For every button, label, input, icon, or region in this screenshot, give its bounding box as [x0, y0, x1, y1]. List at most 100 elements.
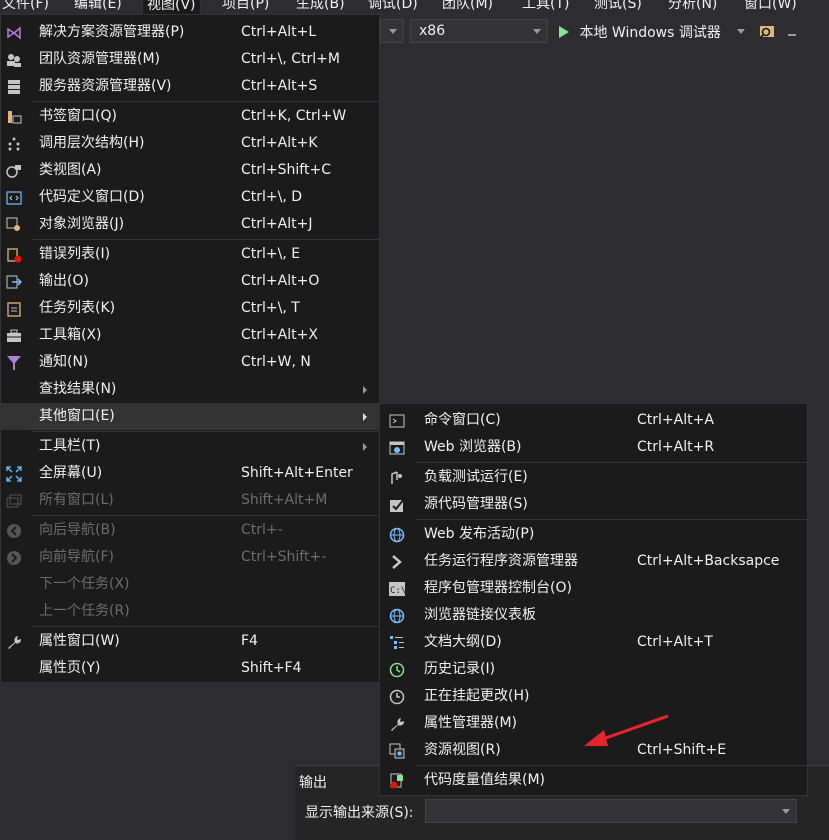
chevron-down-icon[interactable]	[737, 29, 745, 34]
menu-item-full-screen[interactable]: 全屏幕(U) Shift+Alt+Enter	[1, 460, 379, 487]
menu-item-next-task[interactable]: 下一个任务(X)	[1, 571, 379, 598]
toolbar-overflow-icon[interactable]	[788, 34, 796, 36]
class-view-icon	[5, 162, 23, 180]
menu-item-web-publish-activity[interactable]: Web 发布活动(P)	[380, 521, 807, 548]
menu-item-server-explorer[interactable]: 服务器资源管理器(V) Ctrl+Alt+S	[1, 73, 379, 100]
navigate-back-icon	[5, 522, 23, 540]
property-manager-icon	[388, 715, 406, 733]
menu-item-code-metrics-results[interactable]: 代码度量值结果(M)	[380, 767, 807, 794]
menu-item-previous-task[interactable]: 上一个任务(R)	[1, 598, 379, 625]
web-publish-icon	[388, 526, 406, 544]
package-manager-icon: C:\	[388, 580, 406, 598]
menu-team[interactable]: 团队(M)	[442, 0, 493, 14]
menu-item-class-view[interactable]: 类视图(A) Ctrl+Shift+C	[1, 157, 379, 184]
menu-item-object-browser[interactable]: 对象浏览器(J) Ctrl+Alt+J	[1, 211, 379, 238]
menu-view[interactable]: 视图(V)	[142, 0, 201, 14]
wrench-icon	[5, 633, 23, 651]
chevron-down-icon	[782, 809, 790, 814]
output-source-select[interactable]	[425, 799, 797, 823]
menu-item-task-runner-explorer[interactable]: 任务运行程序资源管理器 Ctrl+Alt+Backsapce	[380, 548, 807, 575]
menu-item-pending-changes[interactable]: 正在挂起更改(H)	[380, 683, 807, 710]
menu-debug[interactable]: 调试(D)	[368, 0, 418, 14]
menu-item-other-windows[interactable]: 其他窗口(E)	[1, 403, 379, 430]
call-hierarchy-icon	[5, 135, 23, 153]
menu-item-code-definition[interactable]: 代码定义窗口(D) Ctrl+\, D	[1, 184, 379, 211]
menu-test[interactable]: 测试(S)	[594, 0, 642, 14]
navigate-forward-icon	[5, 549, 23, 567]
menu-separator	[416, 765, 807, 766]
command-window-icon	[388, 412, 406, 430]
menu-item-call-hierarchy[interactable]: 调用层次结构(H) Ctrl+Alt+K	[1, 130, 379, 157]
menu-item-source-control-explorer[interactable]: 源代码管理器(S)	[380, 491, 807, 518]
menu-analyze[interactable]: 分析(N)	[668, 0, 717, 14]
menu-item-notifications[interactable]: 通知(N) Ctrl+W, N	[1, 349, 379, 376]
menu-item-load-test-runs[interactable]: 负载测试运行(E)	[380, 464, 807, 491]
menu-item-navigate-back[interactable]: 向后导航(B) Ctrl+-	[1, 517, 379, 544]
submenu-arrow-icon	[363, 443, 367, 451]
menu-item-toolbars[interactable]: 工具栏(T)	[1, 433, 379, 460]
output-source-label: 显示输出来源(S):	[305, 805, 414, 821]
toolbox-icon	[5, 327, 23, 345]
browser-link-icon	[388, 607, 406, 625]
menu-item-command-window[interactable]: 命令窗口(C) Ctrl+Alt+A	[380, 407, 807, 434]
find-in-files-icon[interactable]	[758, 23, 778, 41]
menu-tools[interactable]: 工具(T)	[522, 0, 569, 14]
resource-view-icon	[388, 742, 406, 760]
menu-file[interactable]: 文件(F)	[2, 0, 49, 14]
menu-item-team-explorer[interactable]: 团队资源管理器(M) Ctrl+\, Ctrl+M	[1, 46, 379, 73]
menu-separator	[31, 626, 379, 627]
all-windows-icon	[5, 492, 23, 510]
code-metrics-icon	[388, 772, 406, 790]
configuration-combo[interactable]	[380, 19, 404, 43]
menu-item-package-manager-console[interactable]: C:\ 程序包管理器控制台(O)	[380, 575, 807, 602]
menu-item-document-outline[interactable]: 文档大纲(D) Ctrl+Alt+T	[380, 629, 807, 656]
menu-item-bookmark-window[interactable]: 书签窗口(Q) Ctrl+K, Ctrl+W	[1, 103, 379, 130]
menu-item-history[interactable]: 历史记录(I)	[380, 656, 807, 683]
menu-separator	[416, 462, 807, 463]
menu-build[interactable]: 生成(B)	[296, 0, 345, 14]
svg-text:C:\: C:\	[390, 586, 405, 596]
chevron-down-icon	[389, 29, 397, 34]
menu-item-toolbox[interactable]: 工具箱(X) Ctrl+Alt+X	[1, 322, 379, 349]
platform-combo[interactable]: x86	[410, 19, 548, 43]
menu-edit[interactable]: 编辑(E)	[74, 0, 122, 14]
menu-item-output[interactable]: 输出(O) Ctrl+Alt+O	[1, 268, 379, 295]
menu-item-error-list[interactable]: 错误列表(I) Ctrl+\, E	[1, 241, 379, 268]
task-runner-icon	[388, 553, 406, 571]
history-icon	[388, 661, 406, 679]
submenu-arrow-icon	[363, 386, 367, 394]
view-menu: 解决方案资源管理器(P) Ctrl+Alt+L 团队资源管理器(M) Ctrl+…	[0, 14, 380, 683]
pending-changes-icon	[388, 688, 406, 706]
source-control-icon	[388, 496, 406, 514]
menu-item-all-windows[interactable]: 所有窗口(L) Shift+Alt+M	[1, 487, 379, 514]
object-browser-icon	[5, 216, 23, 234]
fullscreen-icon	[5, 465, 23, 483]
menu-item-properties-window[interactable]: 属性窗口(W) F4	[1, 628, 379, 655]
menu-window[interactable]: 窗口(W)	[744, 0, 797, 14]
menu-item-web-browser[interactable]: Web 浏览器(B) Ctrl+Alt+R	[380, 434, 807, 461]
notification-icon	[5, 354, 23, 372]
menu-project[interactable]: 项目(P)	[222, 0, 269, 14]
server-explorer-icon	[5, 78, 23, 96]
platform-value: x86	[419, 23, 446, 39]
code-definition-icon	[5, 189, 23, 207]
menu-item-navigate-forward[interactable]: 向前导航(F) Ctrl+Shift+-	[1, 544, 379, 571]
menu-item-task-list[interactable]: 任务列表(K) Ctrl+\, T	[1, 295, 379, 322]
output-icon	[5, 273, 23, 291]
annotation-arrow-icon	[584, 714, 669, 746]
menu-item-solution-explorer[interactable]: 解决方案资源管理器(P) Ctrl+Alt+L	[1, 19, 379, 46]
task-list-icon	[5, 300, 23, 318]
start-debug-button[interactable]: 本地 Windows 调试器	[558, 23, 721, 43]
play-icon	[559, 26, 569, 38]
submenu-arrow-icon	[363, 413, 367, 421]
menu-separator	[31, 431, 379, 432]
menubar: 文件(F) 编辑(E) 视图(V) 项目(P) 生成(B) 调试(D) 团队(M…	[0, 0, 829, 14]
error-list-icon	[5, 246, 23, 264]
bookmark-icon	[5, 108, 23, 126]
chevron-down-icon	[533, 29, 541, 34]
output-panel-title: 输出	[299, 775, 327, 791]
team-explorer-icon	[5, 51, 23, 69]
menu-item-browser-link-dashboard[interactable]: 浏览器链接仪表板	[380, 602, 807, 629]
menu-item-property-pages[interactable]: 属性页(Y) Shift+F4	[1, 655, 379, 682]
menu-item-find-results[interactable]: 查找结果(N)	[1, 376, 379, 403]
